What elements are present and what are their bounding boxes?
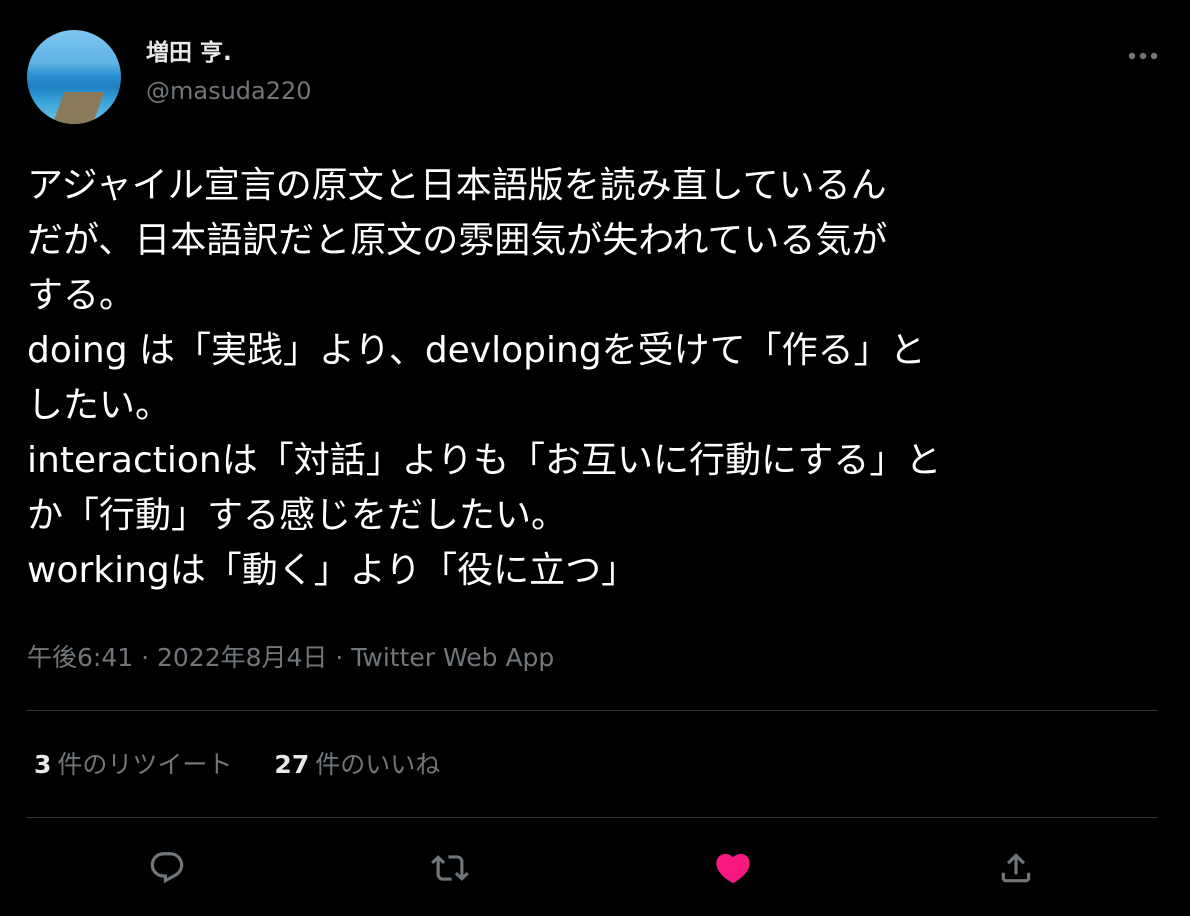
more-options-button[interactable]: [1123, 42, 1163, 70]
likes-count: 27: [274, 750, 310, 779]
tweet-text-line: する。: [27, 275, 136, 316]
likes-stat[interactable]: 27 件のいいね: [274, 747, 440, 783]
tweet-text: アジャイル宣言の原文と日本語版を読み直しているん だが、日本語訳だと原文の雰囲気…: [27, 158, 1147, 598]
divider: [27, 817, 1157, 818]
tweet-text-line: interactionは「対話」よりも「お互いに行動にする」と: [27, 440, 942, 481]
user-block: 増田 亨. @masuda220: [146, 38, 312, 108]
meta-separator: ·: [327, 643, 352, 672]
tweet-text-line: したい。: [27, 385, 172, 426]
retweet-icon: [431, 855, 469, 881]
tweet-header: 増田 亨. @masuda220: [27, 30, 1163, 126]
heart-icon: [716, 853, 750, 884]
meta-separator: ·: [133, 643, 157, 672]
retweets-label: 件のリツイート: [57, 750, 233, 779]
avatar[interactable]: [27, 30, 121, 124]
tweet-time[interactable]: 午後6:41: [27, 643, 133, 672]
tweet-text-line: アジャイル宣言の原文と日本語版を読み直しているん: [27, 165, 887, 206]
like-button[interactable]: [705, 840, 761, 896]
tweet-source[interactable]: Twitter Web App: [351, 643, 554, 672]
retweets-stat[interactable]: 3 件のリツイート: [34, 747, 232, 783]
divider: [27, 710, 1157, 711]
share-button[interactable]: [988, 840, 1044, 896]
likes-label: 件のいいね: [315, 750, 441, 779]
tweet-detail: 増田 亨. @masuda220 アジャイル宣言の原文と日本語版を読み直している…: [0, 0, 1190, 916]
retweets-count: 3: [34, 750, 52, 779]
retweet-button[interactable]: [422, 840, 478, 896]
user-handle[interactable]: @masuda220: [146, 74, 312, 108]
tweet-date[interactable]: 2022年8月4日: [157, 643, 327, 672]
reply-icon: [150, 852, 184, 884]
tweet-actions: [0, 840, 1190, 896]
tweet-meta: 午後6:41 · 2022年8月4日 · Twitter Web App: [27, 640, 554, 676]
tweet-text-line: workingは「動く」より「役に立つ」: [27, 550, 638, 591]
reply-button[interactable]: [139, 840, 195, 896]
more-icon: [1128, 52, 1158, 60]
avatar-pier-image: [49, 92, 105, 124]
display-name[interactable]: 増田 亨.: [146, 38, 312, 68]
tweet-text-line: か「行動」する感じをだしたい。: [27, 495, 568, 536]
share-icon: [1001, 853, 1031, 883]
tweet-stats: 3 件のリツイート 27 件のいいね: [34, 747, 482, 783]
tweet-text-line: だが、日本語訳だと原文の雰囲気が失われている気が: [27, 220, 888, 261]
tweet-text-line: doing は「実践」より、devlopingを受けて「作る」と: [27, 330, 926, 371]
